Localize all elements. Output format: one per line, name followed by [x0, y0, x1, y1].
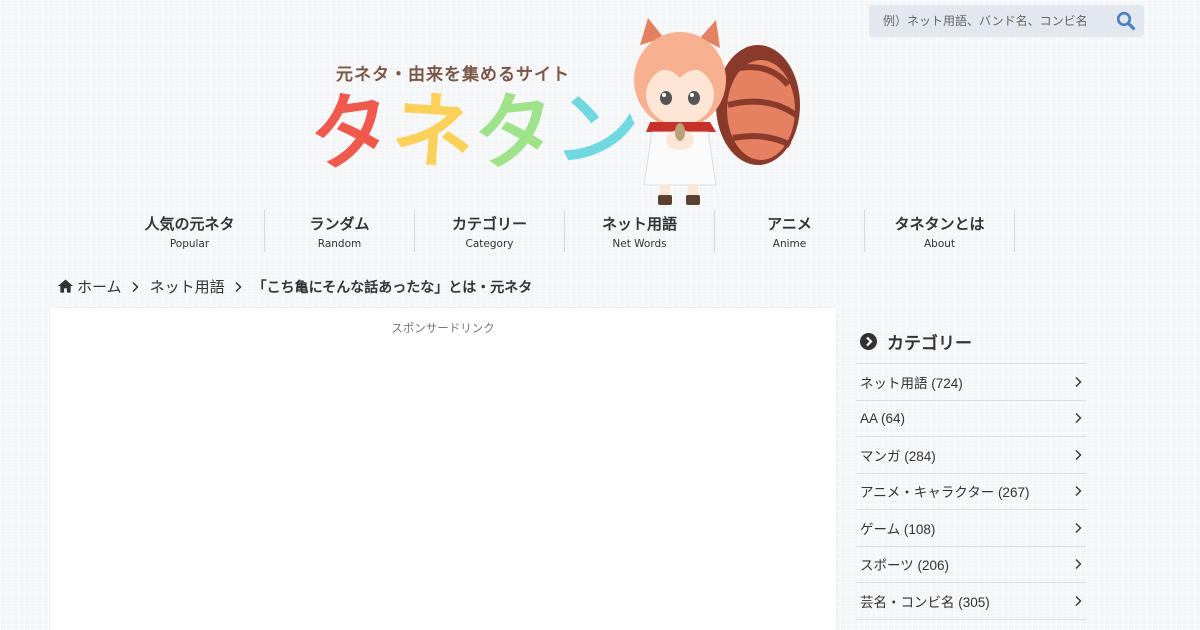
category-label: ネット用語 (724): [860, 375, 963, 391]
sidebar: カテゴリー ネット用語 (724) AA (64) マンガ (284) アニメ・…: [856, 326, 1086, 620]
nav-item-category[interactable]: カテゴリー Category: [415, 210, 565, 252]
site-logo[interactable]: タ ネ タ ン: [304, 80, 643, 185]
nav-item-net-words[interactable]: ネット用語 Net Words: [565, 210, 715, 252]
nav-sublabel: Random: [317, 238, 362, 250]
nav-label: ランダム: [309, 215, 370, 233]
chevron-right-icon: [1075, 595, 1082, 606]
category-item[interactable]: アニメ・キャラクター (267): [856, 474, 1086, 510]
chevron-right-icon: [1075, 522, 1082, 533]
nav-label: 人気の元ネタ: [144, 215, 235, 233]
logo-char: タ: [469, 80, 561, 185]
breadcrumb-current: 「こち亀にそんな話あったな」とは・元ネタ: [252, 279, 533, 296]
chevron-right-icon: [235, 281, 242, 292]
category-label: AA (64): [860, 410, 906, 426]
chevron-right-icon: [1075, 486, 1082, 497]
chevron-right-icon: [1075, 413, 1082, 424]
main-content: スポンサードリンク: [50, 308, 836, 630]
nav-label: タネタンとは: [894, 215, 985, 233]
chevron-circle-right-icon: [860, 332, 877, 350]
search-box[interactable]: [869, 5, 1144, 37]
category-label: 芸名・コンビ名 (305): [860, 594, 990, 610]
category-item[interactable]: 芸名・コンビ名 (305): [856, 583, 1086, 620]
category-item[interactable]: マンガ (284): [856, 437, 1086, 474]
category-label: スポーツ (206): [860, 558, 949, 574]
category-item[interactable]: AA (64): [856, 401, 1086, 437]
search-icon: [1116, 11, 1136, 31]
breadcrumb: ホーム ネット用語 「こち亀にそんな話あったな」とは・元ネタ: [58, 276, 532, 297]
nav-label: カテゴリー: [451, 215, 527, 233]
nav-label: ネット用語: [601, 215, 677, 233]
nav-sublabel: Net Words: [612, 238, 667, 250]
nav-sublabel: Anime: [772, 238, 807, 250]
logo-char: タ: [303, 79, 399, 186]
chevron-right-icon: [1075, 449, 1082, 460]
category-label: ゲーム (108): [860, 521, 936, 537]
chevron-right-icon: [1075, 559, 1082, 570]
home-icon: [58, 279, 73, 293]
mascot-illustration: [634, 18, 800, 205]
sidebar-title: カテゴリー: [887, 333, 972, 354]
nav-sublabel: Popular: [169, 238, 210, 250]
nav-sublabel: Category: [465, 238, 514, 250]
logo-char: ネ: [388, 82, 478, 183]
nav-item-anime[interactable]: アニメ Anime: [715, 210, 865, 252]
nav-item-popular[interactable]: 人気の元ネタ Popular: [115, 210, 265, 252]
category-item[interactable]: ゲーム (108): [856, 510, 1086, 547]
global-nav: 人気の元ネタ Popular ランダム Random カテゴリー Categor…: [115, 210, 1015, 252]
nav-item-about[interactable]: タネタンとは About: [865, 210, 1015, 252]
category-label: アニメ・キャラクター (267): [860, 485, 1030, 501]
nav-label: アニメ: [767, 215, 812, 233]
breadcrumb-category[interactable]: ネット用語: [150, 276, 225, 297]
breadcrumb-home[interactable]: ホーム: [58, 276, 122, 297]
category-list: ネット用語 (724) AA (64) マンガ (284) アニメ・キャラクター…: [856, 363, 1086, 620]
breadcrumb-home-label: ホーム: [77, 278, 122, 296]
sponsor-label: スポンサードリンク: [391, 321, 495, 335]
search-input[interactable]: [869, 5, 1109, 37]
nav-item-random[interactable]: ランダム Random: [265, 210, 415, 252]
search-button[interactable]: [1116, 11, 1136, 31]
sidebar-category-heading: カテゴリー: [860, 326, 1086, 356]
category-item[interactable]: スポーツ (206): [856, 547, 1086, 583]
category-item[interactable]: ネット用語 (724): [856, 364, 1086, 401]
chevron-right-icon: [132, 281, 139, 292]
chevron-right-icon: [1075, 376, 1082, 387]
nav-sublabel: About: [923, 238, 956, 250]
category-label: マンガ (284): [860, 448, 936, 464]
